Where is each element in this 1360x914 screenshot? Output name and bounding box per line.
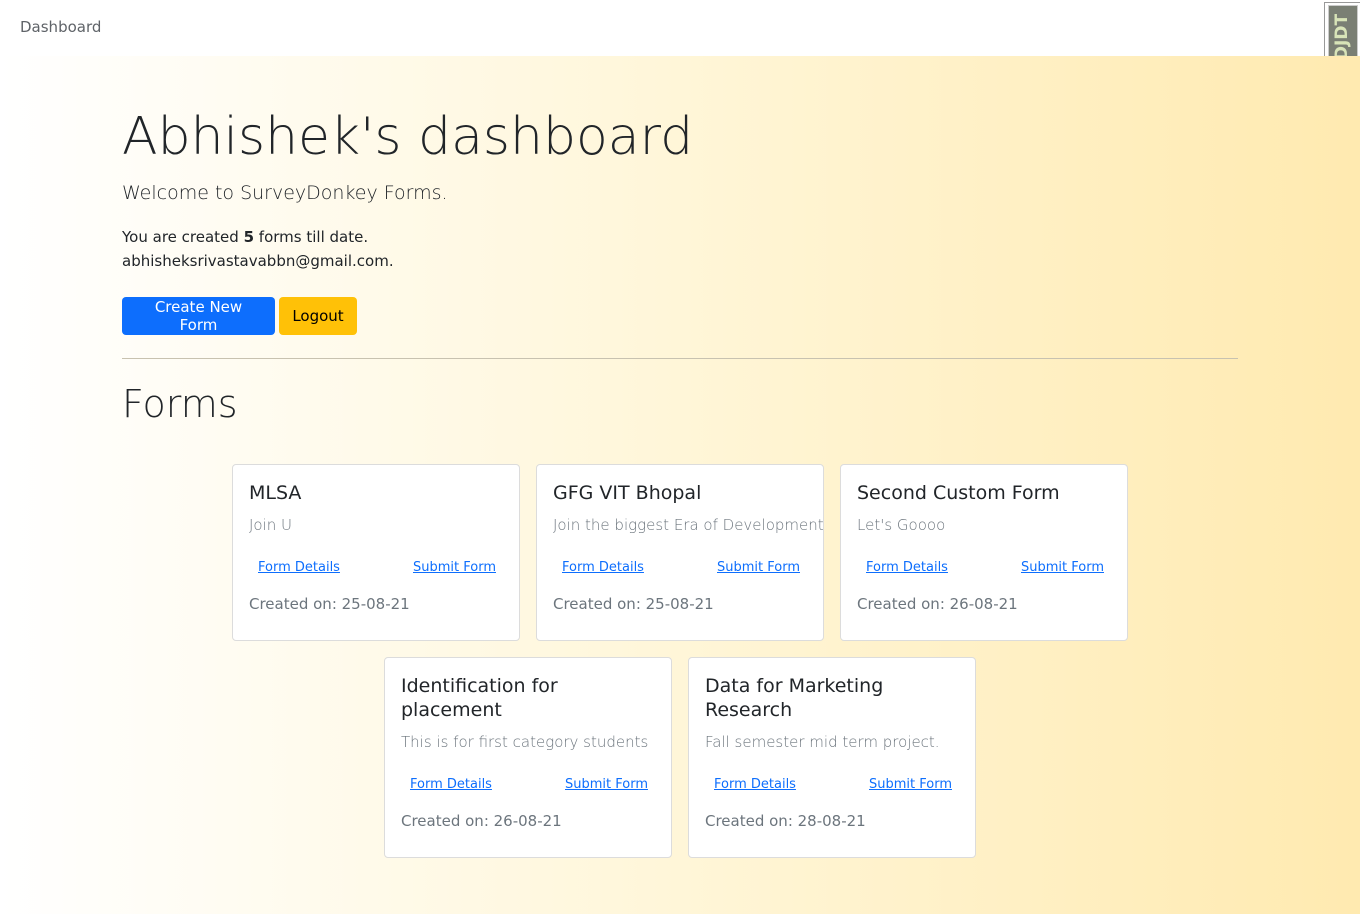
forms-heading: Forms	[122, 382, 238, 426]
submit-form-link[interactable]: Submit Form	[869, 777, 952, 792]
form-card-title: Data for Marketing Research	[705, 675, 884, 721]
form-card-description: Let's Goooo	[857, 516, 946, 534]
form-created-date: Created on: 25-08-21	[553, 595, 714, 613]
form-details-link[interactable]: Form Details	[258, 560, 340, 575]
dashboard-hero: Abhishek's dashboard Welcome to SurveyDo…	[0, 56, 1360, 914]
form-created-date: Created on: 28-08-21	[705, 812, 866, 830]
nav-brand-dashboard[interactable]: Dashboard	[20, 18, 101, 36]
divider	[122, 358, 1238, 359]
form-card-description: Join the biggest Era of Development	[553, 516, 824, 534]
form-details-link[interactable]: Form Details	[866, 560, 948, 575]
welcome-text: Welcome to SurveyDonkey Forms.	[122, 182, 448, 204]
forms-count: 5	[243, 228, 255, 246]
form-card: Second Custom Form Let's Goooo Form Deta…	[840, 464, 1128, 641]
form-created-date: Created on: 25-08-21	[249, 595, 410, 613]
create-new-form-button[interactable]: Create New Form	[122, 297, 275, 335]
form-details-link[interactable]: Form Details	[714, 777, 796, 792]
user-email: abhisheksrivastavabbn@gmail.com.	[122, 252, 394, 270]
submit-form-link[interactable]: Submit Form	[717, 560, 800, 575]
logout-button[interactable]: Logout	[279, 297, 357, 335]
form-created-date: Created on: 26-08-21	[401, 812, 562, 830]
count-prefix: You are created	[122, 228, 239, 246]
submit-form-link[interactable]: Submit Form	[565, 777, 648, 792]
form-card-description: This is for first category students	[401, 733, 649, 751]
djdt-label: DJDT	[1332, 13, 1353, 61]
form-details-link[interactable]: Form Details	[562, 560, 644, 575]
forms-count-text: You are created 5 forms till date.	[122, 228, 368, 246]
form-card-title: Identification for placement	[401, 675, 558, 721]
form-card: GFG VIT Bhopal Join the biggest Era of D…	[536, 464, 824, 641]
form-details-link[interactable]: Form Details	[410, 777, 492, 792]
form-card: MLSA Join U Form Details Submit Form Cre…	[232, 464, 520, 641]
form-card-title: MLSA	[249, 482, 302, 504]
form-card: Identification for placement This is for…	[384, 657, 672, 858]
form-card-description: Fall semester mid term project.	[705, 733, 940, 751]
form-card-title: Second Custom Form	[857, 482, 1060, 504]
form-card: Data for Marketing Research Fall semeste…	[688, 657, 976, 858]
submit-form-link[interactable]: Submit Form	[1021, 560, 1104, 575]
count-suffix: forms till date.	[258, 228, 369, 246]
form-created-date: Created on: 26-08-21	[857, 595, 1018, 613]
submit-form-link[interactable]: Submit Form	[413, 560, 496, 575]
form-card-title: GFG VIT Bhopal	[553, 482, 702, 504]
page-title: Abhishek's dashboard	[122, 107, 694, 167]
form-card-description: Join U	[249, 516, 293, 534]
navbar: Dashboard	[0, 0, 1360, 56]
